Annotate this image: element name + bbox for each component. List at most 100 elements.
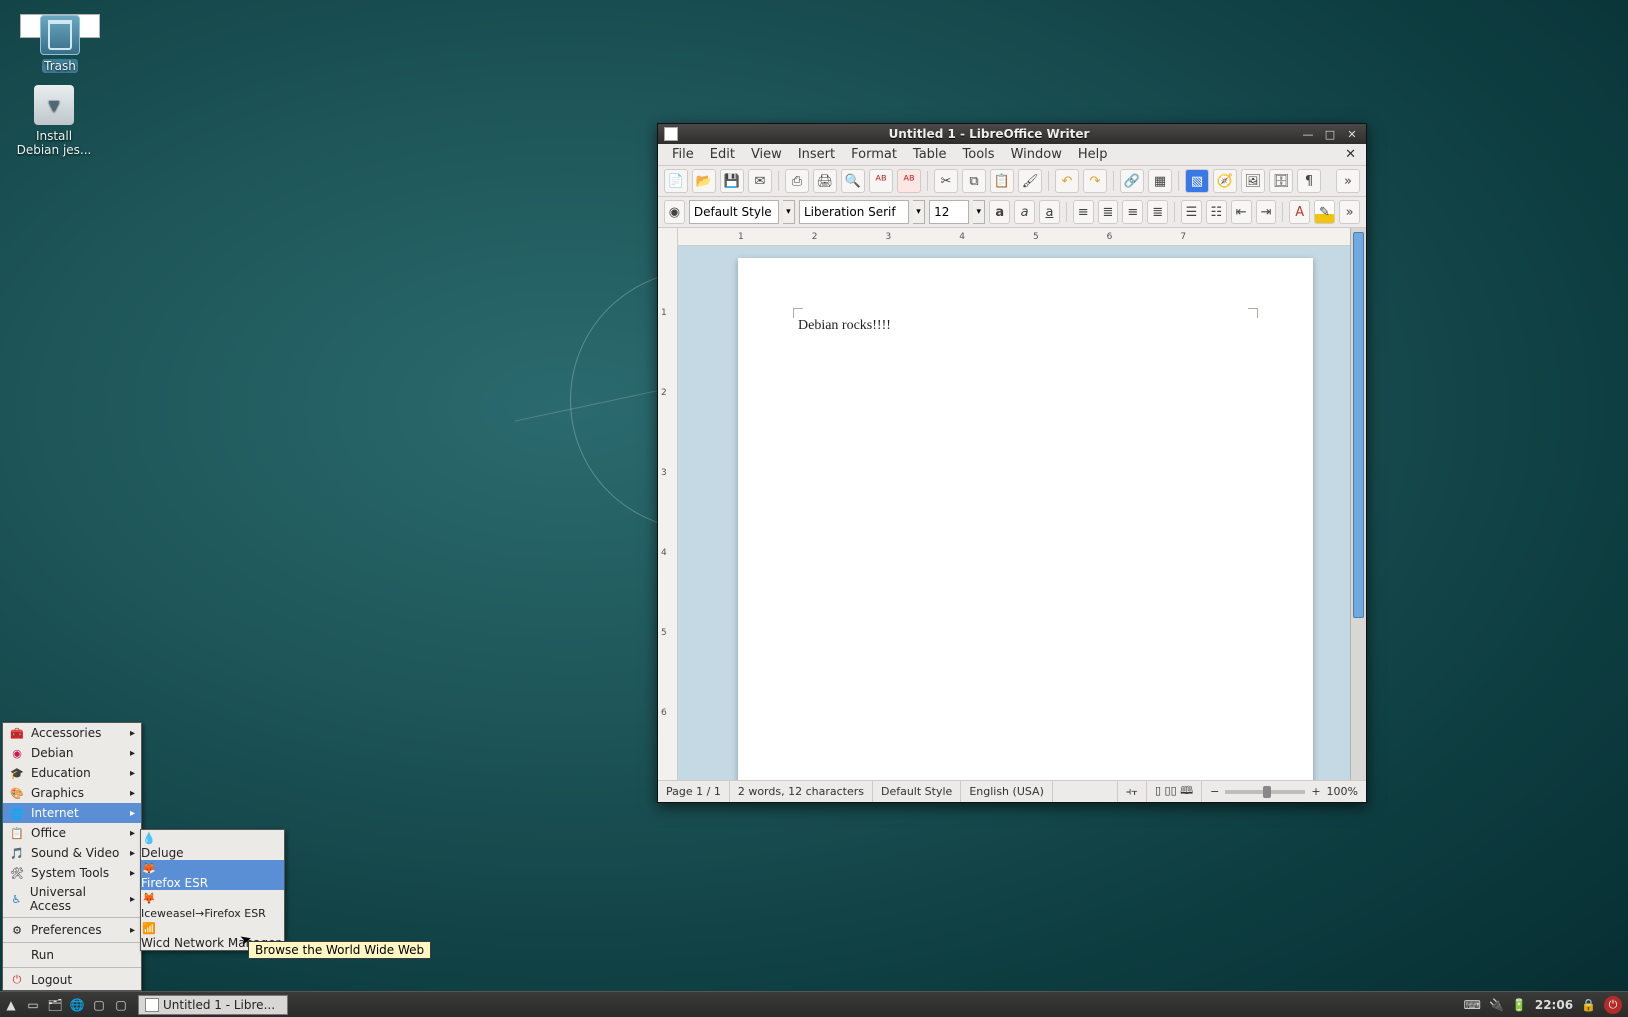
tray-network-icon[interactable]: 🔌 bbox=[1489, 998, 1504, 1012]
format-paintbrush-button[interactable]: 🖌 bbox=[1018, 169, 1042, 193]
menu-insert[interactable]: Insert bbox=[790, 145, 843, 164]
zoom-control[interactable]: − + 100% bbox=[1202, 785, 1366, 798]
table-button[interactable]: ▦ bbox=[1148, 169, 1172, 193]
paragraph-style-select[interactable] bbox=[689, 200, 779, 224]
menu-preferences[interactable]: ⚙Preferences▸ bbox=[3, 920, 141, 940]
status-language[interactable]: English (USA) bbox=[961, 781, 1053, 802]
status-style[interactable]: Default Style bbox=[873, 781, 961, 802]
minimize-button[interactable]: — bbox=[1300, 127, 1316, 141]
menu-tools[interactable]: Tools bbox=[955, 145, 1003, 164]
submenu-iceweasel-firefox[interactable]: 🦊Iceweasel→Firefox ESR bbox=[141, 890, 284, 920]
undo-button[interactable]: ↶ bbox=[1055, 169, 1079, 193]
data-sources-button[interactable]: 🗄 bbox=[1269, 169, 1293, 193]
print-button[interactable]: 🖨 bbox=[813, 169, 837, 193]
align-left-button[interactable]: ≡ bbox=[1073, 200, 1094, 224]
navigator-button[interactable]: 🧭 bbox=[1213, 169, 1237, 193]
view-layout-buttons[interactable]: ▯ ▯▯ 🕮 bbox=[1147, 781, 1202, 802]
highlight-button[interactable]: ✎ bbox=[1314, 200, 1335, 224]
nonprinting-chars-button[interactable]: ¶ bbox=[1297, 169, 1321, 193]
show-desktop-button[interactable]: ▭ bbox=[22, 994, 44, 1016]
font-dropdown-button[interactable]: ▾ bbox=[913, 200, 925, 224]
start-menu-button[interactable]: ▲ bbox=[0, 994, 22, 1016]
file-manager-launcher[interactable]: 🗂 bbox=[44, 994, 66, 1016]
redo-button[interactable]: ↷ bbox=[1083, 169, 1107, 193]
zoom-out-icon[interactable]: − bbox=[1210, 785, 1219, 798]
styles-button[interactable]: ◉ bbox=[664, 200, 685, 224]
task-libreoffice-writer[interactable]: Untitled 1 - Libre... bbox=[138, 995, 288, 1015]
browser-launcher[interactable]: 🌐 bbox=[66, 994, 88, 1016]
menu-debian[interactable]: ◉Debian▸ bbox=[3, 743, 141, 763]
bold-button[interactable]: a bbox=[989, 200, 1010, 224]
close-button[interactable]: ✕ bbox=[1344, 127, 1360, 141]
status-book-view-icon[interactable]: ⫞⫟ bbox=[1118, 781, 1147, 802]
menu-view[interactable]: View bbox=[743, 145, 790, 164]
tray-logout-button[interactable]: ⏻ bbox=[1604, 996, 1622, 1014]
menu-universal-access[interactable]: ♿Universal Access▸ bbox=[3, 883, 141, 915]
document-body-text[interactable]: Debian rocks!!!! bbox=[798, 318, 891, 334]
underline-button[interactable]: a bbox=[1039, 200, 1060, 224]
open-button[interactable]: 📂 bbox=[692, 169, 716, 193]
workspace-2-button[interactable]: ▢ bbox=[110, 994, 132, 1016]
cut-button[interactable]: ✂ bbox=[934, 169, 958, 193]
menu-education[interactable]: 🎓Education▸ bbox=[3, 763, 141, 783]
gallery-button[interactable]: 🖼 bbox=[1241, 169, 1265, 193]
align-right-button[interactable]: ≡ bbox=[1122, 200, 1143, 224]
menu-accessories[interactable]: 🧰Accessories▸ bbox=[3, 723, 141, 743]
bullet-list-button[interactable]: ☷ bbox=[1206, 200, 1227, 224]
font-size-select[interactable] bbox=[929, 200, 969, 224]
toolbar-overflow-button[interactable]: » bbox=[1336, 169, 1360, 193]
menu-table[interactable]: Table bbox=[905, 145, 955, 164]
numbered-list-button[interactable]: ☰ bbox=[1181, 200, 1202, 224]
menu-logout[interactable]: ⏻Logout bbox=[3, 970, 141, 990]
new-doc-button[interactable]: 📄 bbox=[664, 169, 688, 193]
menu-file[interactable]: File bbox=[664, 145, 702, 164]
align-justify-button[interactable]: ≣ bbox=[1147, 200, 1168, 224]
hyperlink-button[interactable]: 🔗 bbox=[1120, 169, 1144, 193]
copy-button[interactable]: ⧉ bbox=[962, 169, 986, 193]
page-area[interactable]: Debian rocks!!!! bbox=[678, 246, 1350, 780]
scrollbar-thumb[interactable] bbox=[1353, 232, 1364, 618]
autospell-button[interactable]: ᴬᴮ bbox=[897, 169, 921, 193]
paste-button[interactable]: 📋 bbox=[990, 169, 1014, 193]
tray-clock[interactable]: 22:06 bbox=[1535, 998, 1573, 1012]
font-name-select[interactable] bbox=[799, 200, 909, 224]
submenu-firefox-esr[interactable]: 🦊Firefox ESR bbox=[141, 860, 284, 890]
style-dropdown-button[interactable]: ▾ bbox=[783, 200, 795, 224]
decrease-indent-button[interactable]: ⇤ bbox=[1231, 200, 1252, 224]
document-page[interactable]: Debian rocks!!!! bbox=[738, 258, 1313, 780]
status-wordcount[interactable]: 2 words, 12 characters bbox=[730, 781, 873, 802]
show-draw-functions-button[interactable]: ▧ bbox=[1185, 169, 1209, 193]
maximize-button[interactable]: □ bbox=[1322, 127, 1338, 141]
tray-keyboard-icon[interactable]: ⌨ bbox=[1464, 998, 1481, 1012]
increase-indent-button[interactable]: ⇥ bbox=[1256, 200, 1277, 224]
print-preview-button[interactable]: 🔍 bbox=[841, 169, 865, 193]
tray-lock-icon[interactable]: 🔒 bbox=[1581, 998, 1596, 1012]
menu-run[interactable]: Run bbox=[3, 945, 141, 965]
submenu-deluge[interactable]: 💧Deluge bbox=[141, 830, 284, 860]
size-dropdown-button[interactable]: ▾ bbox=[973, 200, 985, 224]
export-pdf-button[interactable]: ⎙ bbox=[785, 169, 809, 193]
menu-edit[interactable]: Edit bbox=[702, 145, 743, 164]
menu-internet[interactable]: 🌐Internet▸ bbox=[3, 803, 141, 823]
italic-button[interactable]: a bbox=[1014, 200, 1035, 224]
align-center-button[interactable]: ≣ bbox=[1098, 200, 1119, 224]
vertical-scrollbar[interactable] bbox=[1350, 228, 1366, 780]
desktop-icon-trash[interactable]: Trash bbox=[20, 14, 100, 38]
close-document-button[interactable]: ✕ bbox=[1341, 147, 1360, 162]
tray-battery-icon[interactable]: 🔋 bbox=[1512, 998, 1527, 1012]
zoom-slider-knob[interactable] bbox=[1263, 786, 1271, 798]
spellcheck-button[interactable]: ᴬᴮ bbox=[869, 169, 893, 193]
fmt-overflow-button[interactable]: » bbox=[1339, 200, 1360, 224]
menu-system-tools[interactable]: 🛠System Tools▸ bbox=[3, 863, 141, 883]
menu-graphics[interactable]: 🎨Graphics▸ bbox=[3, 783, 141, 803]
menu-office[interactable]: 📋Office▸ bbox=[3, 823, 141, 843]
email-button[interactable]: ✉ bbox=[748, 169, 772, 193]
save-button[interactable]: 💾 bbox=[720, 169, 744, 193]
workspace-1-button[interactable]: ▢ bbox=[88, 994, 110, 1016]
menu-sound-video[interactable]: 🎵Sound & Video▸ bbox=[3, 843, 141, 863]
status-page[interactable]: Page 1 / 1 bbox=[658, 781, 730, 802]
zoom-value[interactable]: 100% bbox=[1327, 785, 1358, 798]
window-titlebar[interactable]: Untitled 1 - LibreOffice Writer — □ ✕ bbox=[658, 124, 1366, 144]
zoom-in-icon[interactable]: + bbox=[1311, 785, 1320, 798]
menu-format[interactable]: Format bbox=[843, 145, 905, 164]
